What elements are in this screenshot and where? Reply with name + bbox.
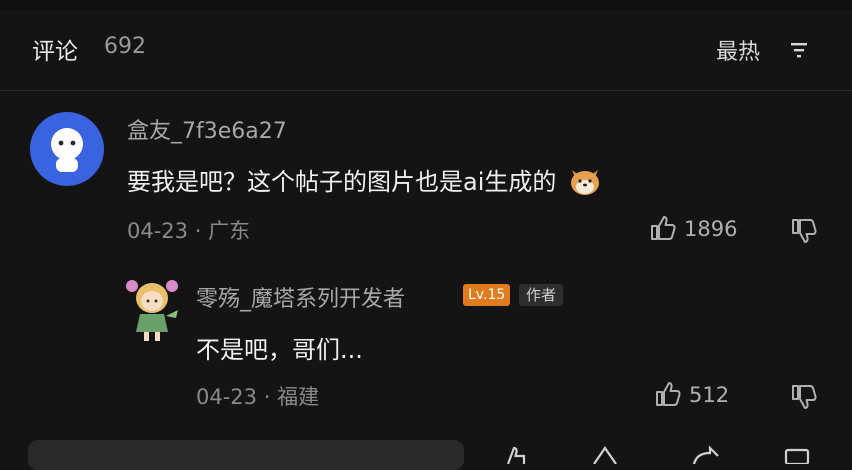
- reply-username[interactable]: 零殇_魔塔系列开发者: [196, 281, 405, 313]
- like-count: 1896: [684, 217, 738, 241]
- comment-meta: 04-23 · 广东: [127, 215, 250, 245]
- meta-separator: ·: [263, 385, 278, 409]
- thumbs-up-icon: [656, 382, 681, 406]
- thumbs-down-icon[interactable]: [790, 382, 818, 410]
- thumbs-up-icon: [651, 216, 676, 240]
- thumbs-down-icon[interactable]: [790, 216, 818, 244]
- dog-face-emoji-icon: [571, 170, 600, 195]
- author-badge: 作者: [519, 284, 564, 306]
- forward-toolbar-icon[interactable]: [690, 444, 720, 464]
- avatar[interactable]: [30, 112, 104, 186]
- comment-input[interactable]: [28, 440, 464, 470]
- share-toolbar-icon[interactable]: [590, 444, 620, 464]
- reply-like-button[interactable]: 512: [655, 381, 729, 407]
- robot-avatar-icon: [51, 128, 83, 172]
- comments-count: 692: [104, 34, 146, 59]
- reply-meta: 04-23 · 福建: [196, 381, 319, 411]
- comment-text-content: 要我是吧？这个帖子的图片也是ai生成的: [127, 168, 557, 196]
- comment-username[interactable]: 盒友_7f3e6a27: [127, 113, 287, 145]
- comment-date: 04-23: [127, 219, 189, 243]
- comments-header: 评论 692 最热: [0, 10, 852, 91]
- reply-text: 不是吧，哥们...: [196, 336, 363, 364]
- comment-location: 广东: [208, 219, 251, 243]
- reply-date: 04-23: [196, 385, 258, 409]
- reply-location: 福建: [277, 385, 320, 409]
- menu-toolbar-icon[interactable]: [782, 444, 812, 464]
- anime-character-avatar-icon[interactable]: [122, 276, 182, 342]
- like-button[interactable]: 1896: [650, 215, 737, 241]
- top-bar: [0, 0, 852, 10]
- comment-text: 要我是吧？这个帖子的图片也是ai生成的: [127, 162, 602, 197]
- reply-like-count: 512: [689, 383, 730, 407]
- sort-button[interactable]: 最热: [716, 34, 760, 66]
- like-toolbar-icon[interactable]: [500, 444, 530, 464]
- level-badge: Lv.15: [463, 284, 511, 306]
- comments-title: 评论: [32, 39, 78, 65]
- meta-separator: ·: [194, 219, 209, 243]
- sort-icon[interactable]: [789, 40, 809, 60]
